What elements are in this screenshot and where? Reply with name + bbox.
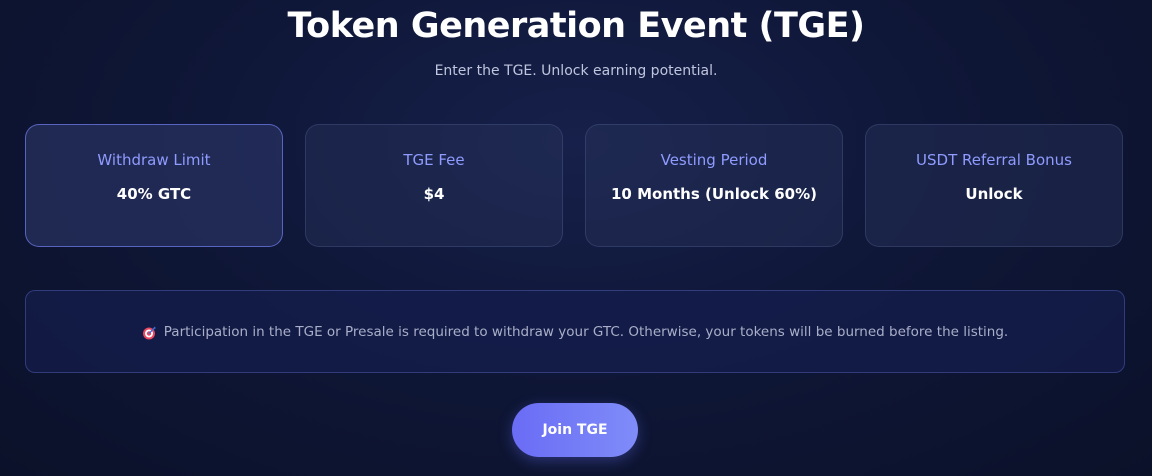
card-label: USDT Referral Bonus: [916, 151, 1072, 169]
target-icon: [142, 325, 156, 339]
card-label: TGE Fee: [403, 151, 465, 169]
card-withdraw-limit[interactable]: Withdraw Limit 40% GTC: [25, 124, 283, 247]
notice-banner: Participation in the TGE or Presale is r…: [25, 290, 1125, 373]
card-value: 40% GTC: [116, 185, 192, 203]
page-title: Token Generation Event (TGE): [287, 6, 865, 46]
page-subtitle: Enter the TGE. Unlock earning potential.: [434, 63, 718, 79]
card-tge-fee[interactable]: TGE Fee $4: [305, 124, 563, 247]
card-value: Unlock: [965, 185, 1023, 203]
card-value: 10 Months (Unlock 60%): [610, 185, 817, 203]
notice-text: Participation in the TGE or Presale is r…: [163, 323, 1009, 340]
card-label: Vesting Period: [660, 151, 768, 169]
card-value: $4: [423, 185, 445, 203]
card-label: Withdraw Limit: [97, 151, 211, 169]
card-usdt-referral-bonus[interactable]: USDT Referral Bonus Unlock: [865, 124, 1123, 247]
join-tge-button[interactable]: Join TGE: [512, 403, 638, 457]
card-vesting-period[interactable]: Vesting Period 10 Months (Unlock 60%): [585, 124, 843, 247]
stats-cards: Withdraw Limit 40% GTC TGE Fee $4 Vestin…: [25, 124, 1125, 248]
